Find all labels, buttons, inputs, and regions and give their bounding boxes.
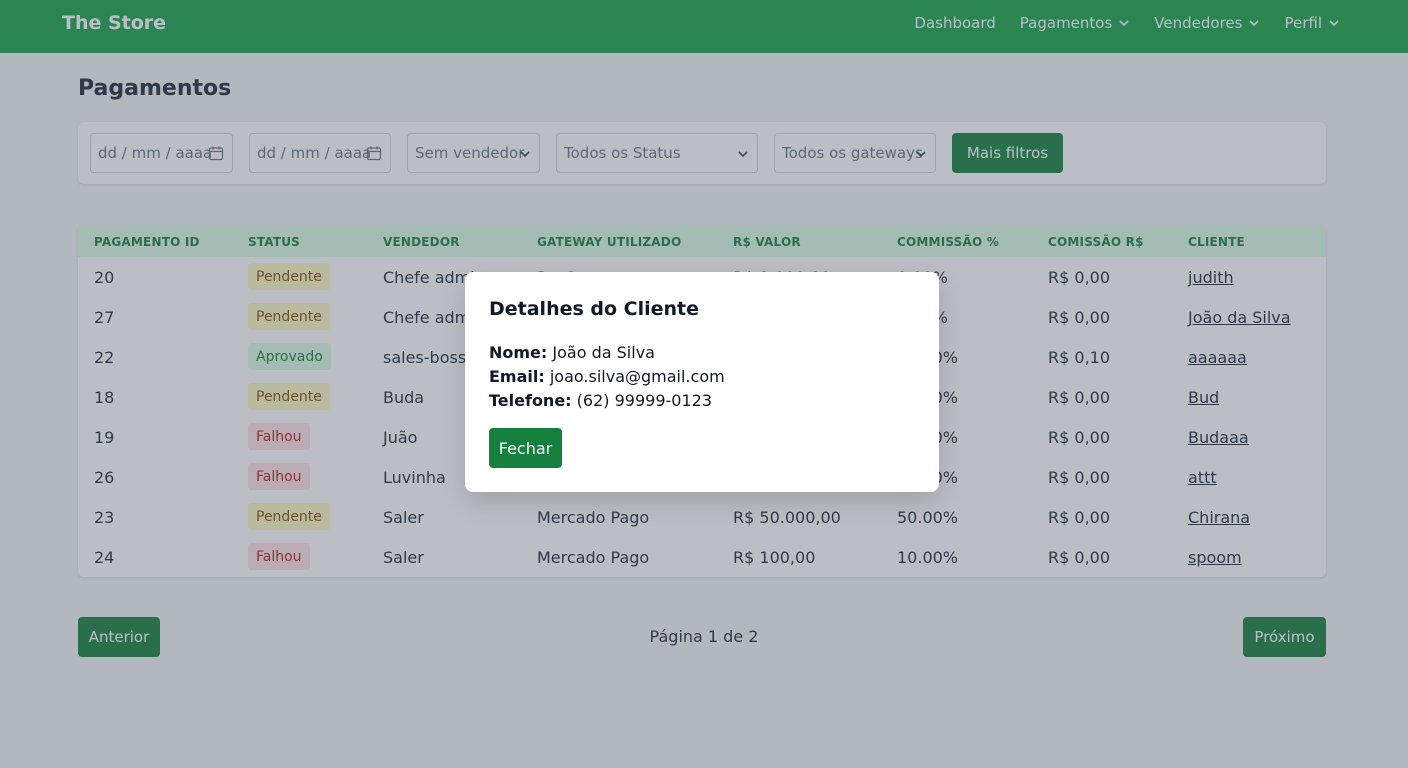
- client-phone-value: (62) 99999-0123: [576, 391, 712, 410]
- client-email-line: Email: joao.silva@gmail.com: [489, 367, 725, 386]
- client-phone-label: Telefone:: [489, 391, 572, 410]
- client-details-modal: Detalhes do Cliente Nome: João da Silva …: [465, 272, 939, 492]
- client-email-label: Email:: [489, 367, 545, 386]
- client-name-label: Nome:: [489, 343, 548, 362]
- client-name-value: João da Silva: [552, 343, 655, 362]
- client-name-line: Nome: João da Silva: [489, 343, 655, 362]
- client-email-value: joao.silva@gmail.com: [549, 367, 725, 386]
- close-modal-button[interactable]: Fechar: [489, 428, 562, 468]
- client-phone-line: Telefone: (62) 99999-0123: [489, 391, 712, 410]
- modal-title: Detalhes do Cliente: [489, 298, 700, 320]
